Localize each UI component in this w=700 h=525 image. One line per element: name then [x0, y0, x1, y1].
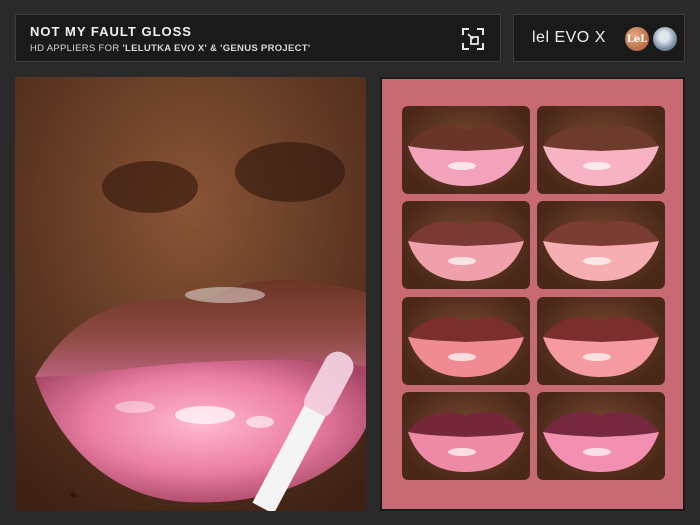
shade-swatch-panel — [380, 77, 685, 511]
product-subtitle: HD APPLIERS FOR 'LELUTKA EVO X' & 'GENUS… — [30, 43, 310, 54]
shade-swatch-6[interactable] — [537, 297, 665, 385]
subtitle-prefix: HD APPLIERS FOR — [30, 43, 123, 54]
lelutka-logo: LeL — [625, 27, 649, 51]
header-title-box: NOT MY FAULT GLOSS HD APPLIERS FOR 'LELU… — [15, 14, 501, 62]
shade-swatch-5[interactable] — [402, 297, 530, 385]
shade-swatch-7[interactable] — [402, 392, 530, 480]
swatch-lips — [543, 317, 659, 377]
swatch-lips — [408, 412, 524, 472]
brand-text: lel EVO X — [532, 29, 606, 46]
shade-swatch-4[interactable] — [537, 201, 665, 289]
genus-logo — [653, 27, 677, 51]
swatch-lips — [408, 126, 524, 186]
swatch-lips — [408, 317, 524, 377]
lelutka-logo-text: LeL — [626, 33, 648, 45]
shade-swatch-8[interactable] — [537, 392, 665, 480]
shade-swatch-3[interactable] — [402, 201, 530, 289]
subtitle-brand: 'LELUTKA EVO X' & 'GENUS PROJECT' — [122, 43, 311, 54]
product-title: NOT MY FAULT GLOSS — [30, 24, 192, 39]
shade-swatch-2[interactable] — [537, 106, 665, 194]
main-lip-photo — [15, 77, 366, 511]
swatch-lips — [543, 126, 659, 186]
shade-swatch-1[interactable] — [402, 106, 530, 194]
swatch-lips — [408, 221, 524, 281]
expand-icon[interactable] — [460, 26, 486, 52]
swatch-lips — [543, 221, 659, 281]
brand-box: lel EVO X LeL — [513, 14, 685, 62]
lip-illustration — [15, 77, 366, 511]
swatch-lips — [543, 412, 659, 472]
